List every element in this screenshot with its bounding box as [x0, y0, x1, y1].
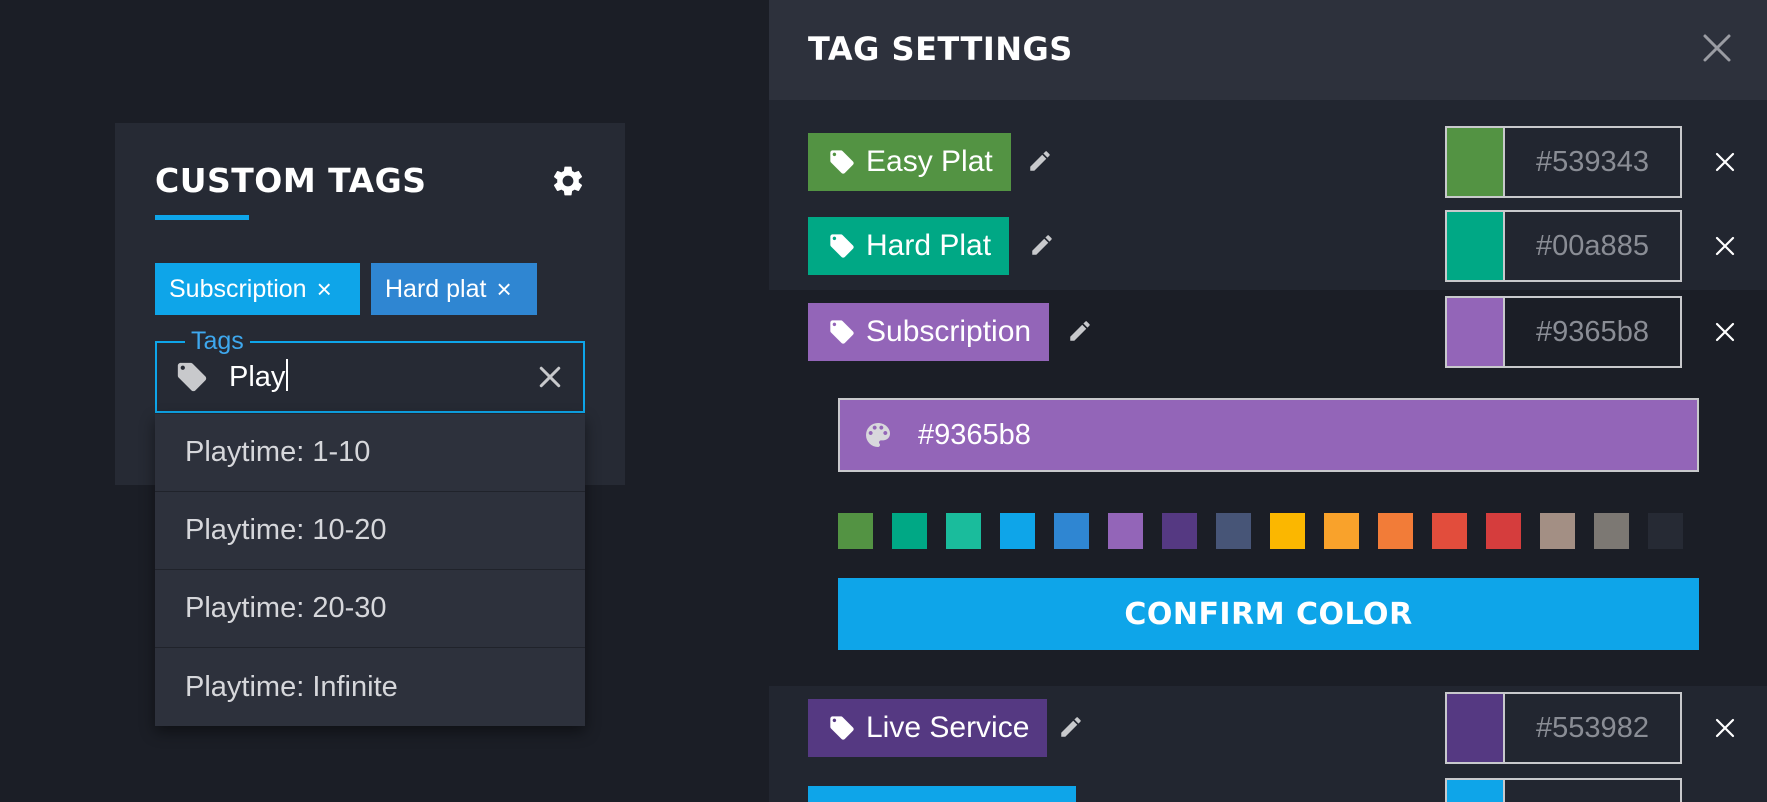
- tag-row-active: Subscription #9365b8: [769, 294, 1767, 370]
- tag-icon: [830, 716, 854, 740]
- chip-remove-icon[interactable]: ×: [317, 276, 332, 302]
- palette-swatch[interactable]: [838, 513, 873, 549]
- color-swatch[interactable]: [1447, 780, 1505, 802]
- close-icon[interactable]: [1699, 30, 1735, 66]
- remove-tag-icon[interactable]: [1713, 150, 1737, 174]
- color-field[interactable]: #539343: [1445, 126, 1682, 198]
- color-field[interactable]: #9365b8: [1445, 296, 1682, 368]
- suggestion-item[interactable]: Playtime: 10-20: [155, 492, 585, 570]
- color-palette: [838, 513, 1699, 549]
- tag-name: Subscription: [866, 315, 1032, 348]
- tag-row: Live Service #553982: [769, 690, 1767, 766]
- palette-swatch[interactable]: [1432, 513, 1467, 549]
- tag-pill-partial[interactable]: [808, 786, 1076, 802]
- chip-remove-icon[interactable]: ×: [496, 276, 511, 302]
- confirm-color-button[interactable]: CONFIRM COLOR: [838, 578, 1699, 650]
- tags-input[interactable]: Tags Play: [155, 326, 585, 413]
- remove-tag-icon[interactable]: [1713, 716, 1737, 740]
- pencil-icon[interactable]: [1029, 232, 1055, 258]
- color-swatch[interactable]: [1447, 212, 1505, 280]
- chip-hard-plat: Hard plat ×: [371, 263, 537, 315]
- tag-settings-panel: TAG SETTINGS Easy Plat #539343 Hard Plat…: [769, 0, 1767, 802]
- tags-field-label: Tags: [185, 326, 250, 356]
- tags-input-value[interactable]: Play: [229, 359, 289, 394]
- tag-name: Easy Plat: [866, 145, 993, 178]
- tag-suggestions-dropdown: Playtime: 1-10 Playtime: 10-20 Playtime:…: [155, 414, 585, 726]
- text-caret: [286, 359, 289, 391]
- gear-icon[interactable]: [550, 163, 586, 199]
- pencil-icon[interactable]: [1058, 714, 1084, 740]
- tag-pill: Easy Plat: [808, 133, 1011, 191]
- color-field[interactable]: #553982: [1445, 692, 1682, 764]
- tag-icon: [830, 150, 854, 174]
- palette-swatch[interactable]: [1162, 513, 1197, 549]
- panel-title: TAG SETTINGS: [808, 30, 1073, 68]
- tag-row: Easy Plat #539343: [769, 124, 1767, 200]
- suggestion-item[interactable]: Playtime: 1-10: [155, 414, 585, 492]
- hex-value[interactable]: #553982: [1505, 694, 1680, 762]
- palette-swatch[interactable]: [1594, 513, 1629, 549]
- tag-icon: [830, 234, 854, 258]
- tag-pill: Subscription: [808, 303, 1050, 361]
- color-field[interactable]: #00a885: [1445, 210, 1682, 282]
- tag-row: Hard Plat #00a885: [769, 208, 1767, 284]
- suggestion-item[interactable]: Playtime: Infinite: [155, 648, 585, 726]
- palette-swatch[interactable]: [892, 513, 927, 549]
- palette-swatch[interactable]: [1270, 513, 1305, 549]
- title-underline: [155, 215, 249, 220]
- color-swatch[interactable]: [1447, 128, 1505, 196]
- tag-icon: [177, 362, 207, 392]
- chip-label: Hard plat: [385, 274, 487, 303]
- palette-icon: [866, 423, 890, 447]
- palette-swatch[interactable]: [1324, 513, 1359, 549]
- hex-value[interactable]: #539343: [1505, 128, 1680, 196]
- palette-swatch[interactable]: [1486, 513, 1521, 549]
- tag-pill: Hard Plat: [808, 217, 1010, 275]
- tag-pill: Live Service: [808, 699, 1048, 757]
- hex-value[interactable]: #00a885: [1505, 212, 1680, 280]
- chip-label: Subscription: [169, 274, 307, 303]
- palette-swatch[interactable]: [1108, 513, 1143, 549]
- remove-tag-icon[interactable]: [1713, 320, 1737, 344]
- palette-swatch[interactable]: [946, 513, 981, 549]
- pencil-icon[interactable]: [1027, 148, 1053, 174]
- chip-subscription: Subscription ×: [155, 263, 360, 315]
- picker-hex-value[interactable]: #9365b8: [918, 419, 1031, 452]
- color-swatch[interactable]: [1447, 298, 1505, 366]
- tag-name: Hard Plat: [866, 229, 992, 262]
- palette-swatch[interactable]: [1000, 513, 1035, 549]
- color-picker-input[interactable]: #9365b8: [838, 398, 1699, 472]
- tag-name: Live Service: [866, 711, 1030, 744]
- color-field-partial[interactable]: [1445, 778, 1682, 802]
- hex-value[interactable]: #9365b8: [1505, 298, 1680, 366]
- tag-icon: [830, 320, 854, 344]
- palette-swatch[interactable]: [1054, 513, 1089, 549]
- color-swatch[interactable]: [1447, 694, 1505, 762]
- palette-swatch[interactable]: [1648, 513, 1683, 549]
- pencil-icon[interactable]: [1067, 318, 1093, 344]
- suggestion-item[interactable]: Playtime: 20-30: [155, 570, 585, 648]
- clear-icon[interactable]: [535, 362, 565, 392]
- custom-tags-title: CUSTOM TAGS: [155, 161, 427, 200]
- remove-tag-icon[interactable]: [1713, 234, 1737, 258]
- palette-swatch[interactable]: [1540, 513, 1575, 549]
- palette-swatch[interactable]: [1378, 513, 1413, 549]
- panel-header: TAG SETTINGS: [769, 0, 1767, 100]
- palette-swatch[interactable]: [1216, 513, 1251, 549]
